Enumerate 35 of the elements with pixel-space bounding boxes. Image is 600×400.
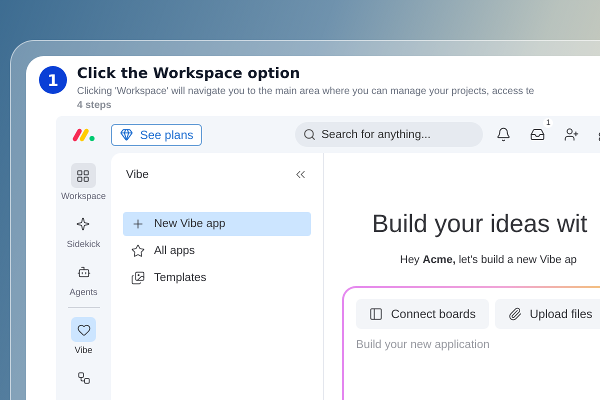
- step-count: 4 steps: [77, 99, 112, 112]
- search-icon: [303, 128, 316, 141]
- main-heading: Build your ideas wit: [372, 209, 588, 240]
- step-title: Click the Workspace option: [77, 65, 302, 83]
- rail-button[interactable]: [71, 317, 96, 342]
- heart-icon: [76, 322, 90, 336]
- panel-item[interactable]: New Vibe app: [123, 212, 311, 236]
- rail-label: Vibe: [74, 345, 92, 355]
- step-description: Clicking 'Workspace' will navigate you to the main area where you can manage your projects, access te: [77, 85, 534, 99]
- panel-item[interactable]: Templates: [123, 266, 311, 290]
- logo-icon: [72, 128, 96, 142]
- plus-icon: [131, 217, 145, 231]
- rail-button[interactable]: [70, 163, 96, 188]
- star-icon: [131, 244, 145, 258]
- search-field[interactable]: Search for anything...: [295, 122, 484, 147]
- invite-button[interactable]: [562, 126, 580, 144]
- panel-item[interactable]: All apps: [123, 239, 311, 263]
- grid-icon: [76, 168, 90, 182]
- rail-label: Agents: [69, 287, 98, 297]
- diamond-icon: [120, 128, 133, 141]
- sparkle-icon: [76, 216, 90, 230]
- prompt-action-button[interactable]: Connect boards: [356, 299, 489, 329]
- step-number: 1: [39, 66, 67, 94]
- paperclip-icon: [508, 307, 522, 321]
- workflow-icon: [76, 370, 90, 384]
- see-plans-button[interactable]: See plans: [111, 124, 202, 146]
- images-icon: [131, 271, 145, 285]
- main-subtitle: Hey Acme, let's build a new Vibe ap: [400, 254, 578, 266]
- panel-title: Vibe: [126, 168, 149, 180]
- rail-label: Sidekick: [66, 239, 100, 249]
- panel-icon: [369, 307, 383, 321]
- inbox-count: 1: [543, 118, 554, 128]
- rail-label: Workspace: [61, 191, 106, 201]
- bot-icon: [76, 264, 90, 278]
- prompt-action-button[interactable]: Upload files: [494, 299, 600, 329]
